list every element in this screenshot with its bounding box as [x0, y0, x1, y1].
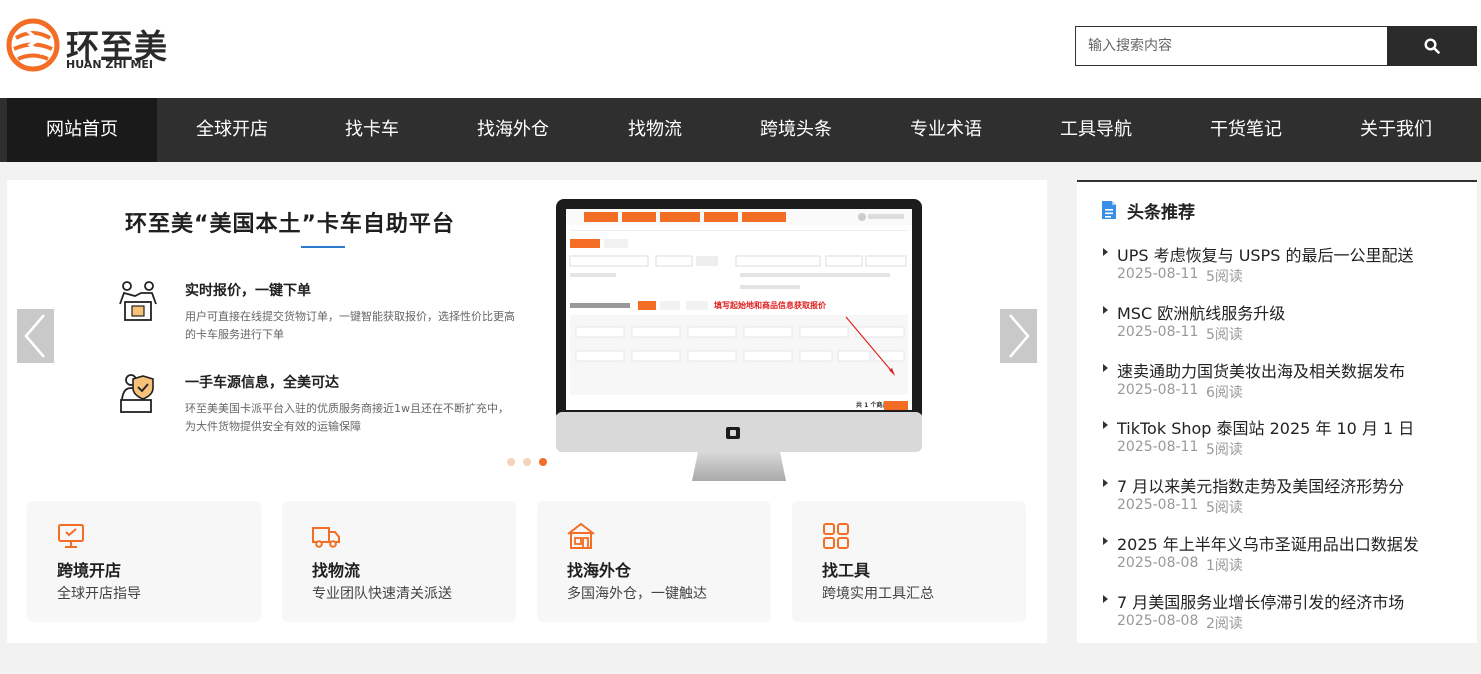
card-title: 找海外仓	[567, 561, 632, 580]
news-reads: 5阅读	[1206, 500, 1243, 516]
news-date: 2025-08-11	[1117, 324, 1199, 340]
carousel-dot-3[interactable]	[539, 458, 547, 466]
card-title: 找工具	[822, 561, 871, 580]
bullet-triangle-icon	[1103, 248, 1108, 256]
search-button[interactable]	[1387, 26, 1477, 66]
card-logistics[interactable]: 找物流 专业团队快速清关派送	[282, 501, 516, 622]
bullet-triangle-icon	[1103, 595, 1108, 603]
news-reads: 5阅读	[1206, 442, 1243, 458]
search-input[interactable]	[1075, 26, 1387, 66]
nav-item-glossary[interactable]: 专业术语	[871, 98, 1021, 162]
bullet-triangle-icon	[1103, 537, 1108, 545]
site-header: 环至美 HUAN ZHI MEI	[0, 0, 1481, 98]
monitor-illustration: 填写起始地和商品信息获取报价 共 1 个商品	[556, 199, 922, 481]
carousel-dot-2[interactable]	[523, 458, 531, 466]
delivery-shield-icon	[120, 374, 154, 413]
card-overseas-warehouse[interactable]: 找海外仓 多国海外仓，一键触达	[537, 501, 771, 622]
logo-text-en: HUAN ZHI MEI	[66, 58, 154, 71]
nav-item-home[interactable]: 网站首页	[7, 98, 157, 162]
news-date: 2025-08-08	[1117, 555, 1199, 571]
card-subtitle: 多国海外仓，一键触达	[567, 586, 707, 602]
news-title[interactable]: 2025 年上半年义乌市圣诞用品出口数据发	[1117, 531, 1419, 555]
title-underline	[301, 246, 345, 248]
card-title: 跨境开店	[57, 561, 122, 580]
card-subtitle: 专业团队快速清关派送	[312, 586, 452, 602]
nav-item-notes[interactable]: 干货笔记	[1171, 98, 1321, 162]
screen-footer: 共 1 个商品	[856, 401, 888, 409]
news-date: 2025-08-08	[1117, 613, 1199, 629]
news-title[interactable]: MSC 欧洲航线服务升级	[1117, 300, 1285, 324]
bullet-triangle-icon	[1103, 479, 1108, 487]
screen-annotation: 填写起始地和商品信息获取报价	[714, 300, 827, 310]
news-item[interactable]: 7 月以来美元指数走势及美国经济形势分 2025-08-11 5阅读	[1101, 473, 1471, 521]
feature-title-quote: 实时报价，一键下单	[185, 283, 311, 299]
monitor-icon	[58, 524, 84, 548]
search-bar	[1075, 26, 1477, 66]
bullet-triangle-icon	[1103, 364, 1108, 372]
feature-desc-quote: 用户可直接在线提交货物订单，一键智能获取报价，选择性价比更高的卡车服务进行下单	[185, 310, 515, 341]
bullet-triangle-icon	[1103, 421, 1108, 429]
news-item[interactable]: TikTok Shop 泰国站 2025 年 10 月 1 日 2025-08-…	[1101, 415, 1471, 463]
globe-logo-icon	[6, 18, 60, 72]
card-subtitle: 跨境实用工具汇总	[822, 586, 934, 602]
news-date: 2025-08-11	[1117, 266, 1199, 282]
feature-title-source: 一手车源信息，全美可达	[185, 375, 339, 391]
news-reads: 2阅读	[1206, 616, 1243, 632]
news-title[interactable]: 7 月美国服务业增长停滞引发的经济市场	[1117, 589, 1404, 613]
news-date: 2025-08-11	[1117, 382, 1199, 398]
news-title[interactable]: UPS 考虑恢复与 USPS 的最后一公里配送	[1117, 242, 1413, 266]
chevron-left-icon	[24, 314, 45, 358]
carousel-dots	[507, 458, 557, 468]
card-cross-border-store[interactable]: 跨境开店 全球开店指导	[27, 501, 261, 622]
sidebar-title: 头条推荐	[1127, 203, 1195, 223]
nav-item-about[interactable]: 关于我们	[1321, 98, 1471, 162]
news-title[interactable]: 速卖通助力国货美妆出海及相关数据发布	[1117, 358, 1405, 382]
grid-tools-icon	[823, 523, 849, 549]
nav-item-find-truck[interactable]: 找卡车	[307, 98, 437, 162]
news-reads: 1阅读	[1206, 558, 1243, 574]
news-reads: 5阅读	[1206, 269, 1243, 285]
carousel-next-button[interactable]	[1000, 309, 1037, 363]
news-item[interactable]: 速卖通助力国货美妆出海及相关数据发布 2025-08-11 6阅读	[1101, 358, 1471, 406]
feature-desc-source: 环至美美国卡派平台入驻的优质服务商接近1w且还在不断扩充中，为大件货物提供安全有…	[185, 402, 509, 433]
platform-screenshot: 填写起始地和商品信息获取报价 共 1 个商品	[556, 199, 922, 481]
news-date: 2025-08-11	[1117, 439, 1199, 455]
document-icon	[1102, 201, 1116, 219]
headline-sidebar: 头条推荐 UPS 考虑恢复与 USPS 的最后一公里配送 2025-08-11 …	[1077, 180, 1477, 643]
nav-item-news[interactable]: 跨境头条	[721, 98, 871, 162]
nav-item-global-store[interactable]: 全球开店	[157, 98, 307, 162]
carousel-prev-button[interactable]	[17, 309, 54, 363]
chevron-right-icon	[1009, 314, 1030, 358]
truck-icon	[312, 527, 340, 548]
warehouse-icon	[567, 522, 595, 549]
nav-item-logistics[interactable]: 找物流	[589, 98, 721, 162]
main-content: 环至美“美国本土”卡车自助平台 实时报价，一键下单 用户可直接在线提交货物订单，…	[7, 180, 1047, 643]
news-item[interactable]: UPS 考虑恢复与 USPS 的最后一公里配送 2025-08-11 5阅读	[1101, 242, 1471, 290]
news-title[interactable]: 7 月以来美元指数走势及美国经济形势分	[1117, 473, 1404, 497]
banner-title: 环至美“美国本土”卡车自助平台	[125, 212, 455, 237]
handshake-icon	[119, 281, 157, 321]
nav-item-overseas-warehouse[interactable]: 找海外仓	[437, 98, 589, 162]
news-date: 2025-08-11	[1117, 497, 1199, 513]
card-tools[interactable]: 找工具 跨境实用工具汇总	[792, 501, 1026, 622]
news-item[interactable]: 2025 年上半年义乌市圣诞用品出口数据发 2025-08-08 1阅读	[1101, 531, 1471, 579]
card-subtitle: 全球开店指导	[57, 586, 141, 602]
main-nav: 网站首页 全球开店 找卡车 找海外仓 找物流 跨境头条 专业术语 工具导航 干货…	[0, 98, 1481, 162]
nav-item-tools[interactable]: 工具导航	[1021, 98, 1171, 162]
bullet-triangle-icon	[1103, 306, 1108, 314]
news-item[interactable]: MSC 欧洲航线服务升级 2025-08-11 5阅读	[1101, 300, 1471, 348]
carousel-dot-1[interactable]	[507, 458, 515, 466]
news-reads: 6阅读	[1206, 385, 1243, 401]
card-title: 找物流	[312, 561, 361, 580]
news-item[interactable]: 7 月美国服务业增长停滞引发的经济市场 2025-08-08 2阅读	[1101, 589, 1471, 637]
search-icon	[1424, 38, 1440, 54]
news-reads: 5阅读	[1206, 327, 1243, 343]
site-logo[interactable]: 环至美 HUAN ZHI MEI	[6, 18, 167, 74]
news-title[interactable]: TikTok Shop 泰国站 2025 年 10 月 1 日	[1117, 415, 1414, 439]
